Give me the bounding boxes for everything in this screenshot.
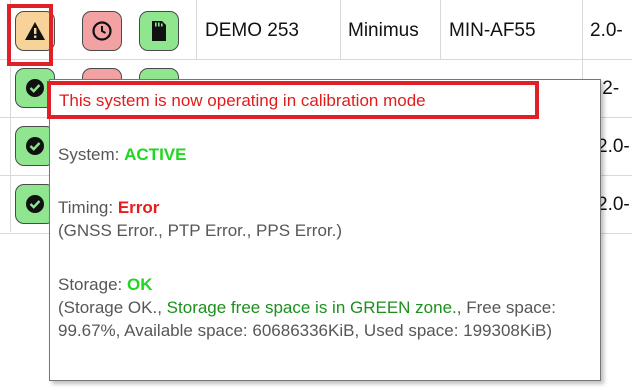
check-circle-icon — [26, 79, 44, 97]
storage-detail-green: Storage free space is in GREEN zone. — [166, 298, 457, 317]
storage-label: Storage: — [58, 275, 127, 294]
system-value: ACTIVE — [124, 145, 187, 164]
check-circle-icon — [26, 195, 44, 213]
timing-value: Error — [117, 198, 160, 217]
warning-highlight-box — [7, 4, 53, 66]
column-divider — [196, 0, 197, 60]
calibration-mode-highlight: This system is now operating in calibrat… — [47, 81, 539, 119]
sd-card-icon — [152, 21, 166, 41]
storage-status-line: Storage: OK — [58, 273, 590, 296]
storage-detail-open: (Storage OK., — [58, 298, 167, 317]
calibration-mode-message: This system is now operating in calibrat… — [59, 91, 426, 110]
column-divider — [340, 0, 341, 60]
device-name-cell[interactable]: DEMO 253 — [205, 2, 299, 60]
clock-icon — [92, 21, 112, 41]
system-label: System: — [58, 145, 125, 164]
timing-label: Timing: — [58, 198, 118, 217]
storage-status-button[interactable] — [139, 11, 179, 51]
device-version-cell[interactable]: 2.0- — [597, 176, 630, 234]
timing-detail: (GNSS Error., PTP Error., PPS Error.) — [58, 221, 343, 240]
system-status-line: System: ACTIVE — [58, 143, 590, 166]
device-version-cell[interactable]: 2.0- — [597, 118, 630, 176]
check-circle-icon — [26, 137, 44, 155]
device-code-cell[interactable]: MIN-AF55 — [449, 2, 536, 60]
device-model-cell[interactable]: Minimus — [348, 2, 419, 60]
storage-detail: (Storage OK., Storage free space is in G… — [58, 296, 586, 342]
column-divider — [440, 0, 441, 60]
timing-status-line: Timing: Error — [58, 196, 590, 219]
timing-status-button[interactable] — [82, 11, 122, 51]
device-version-cell[interactable]: 2.0- — [590, 2, 623, 60]
status-tooltip: System: ACTIVE Timing: Error (GNSS Error… — [49, 79, 601, 381]
storage-value: OK — [127, 275, 153, 294]
